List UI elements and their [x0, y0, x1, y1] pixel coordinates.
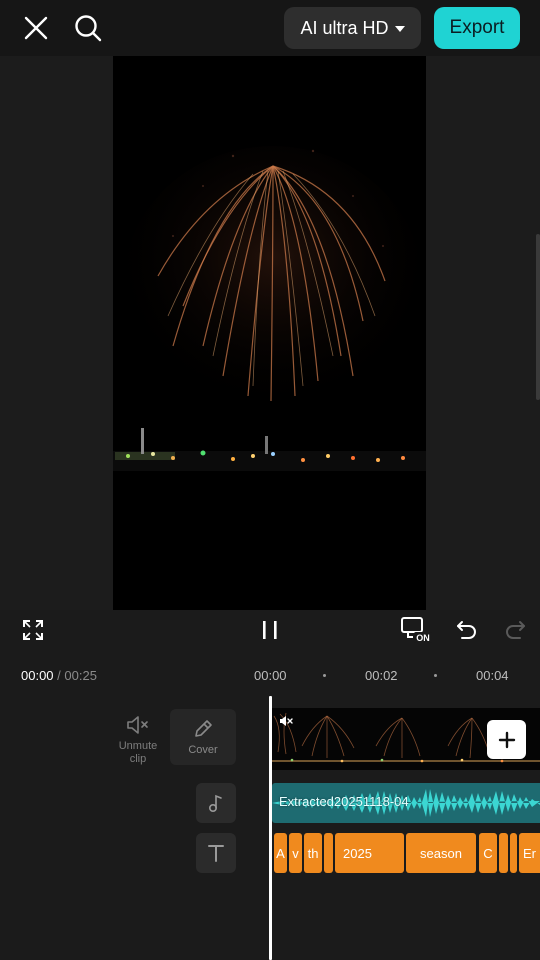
redo-icon[interactable]: [502, 617, 528, 643]
unmute-clip-button[interactable]: Unmute clip: [112, 714, 164, 766]
playhead[interactable]: [269, 696, 272, 960]
text-clip[interactable]: A: [274, 833, 287, 873]
plus-icon: [498, 731, 515, 748]
search-icon[interactable]: [70, 10, 106, 46]
text-clip[interactable]: C: [479, 833, 497, 873]
audio-track-button[interactable]: [196, 783, 236, 823]
muted-speaker-icon: [278, 714, 294, 733]
text-clip[interactable]: [499, 833, 508, 873]
text-clip[interactable]: 2025: [335, 833, 404, 873]
audio-track[interactable]: Extracted20251118-04: [272, 783, 540, 823]
add-clip-button[interactable]: [487, 720, 526, 759]
time-separator: /: [53, 668, 65, 683]
undo-icon[interactable]: [454, 617, 480, 643]
close-icon[interactable]: [18, 10, 54, 46]
text-clip[interactable]: [510, 833, 517, 873]
fullscreen-icon[interactable]: [20, 617, 46, 643]
text-clip[interactable]: Er: [519, 833, 540, 873]
preview-area: [0, 56, 540, 610]
tick-dot: [434, 674, 437, 677]
video-preview[interactable]: [113, 56, 426, 610]
text-clip[interactable]: [324, 833, 333, 873]
text-icon: [208, 845, 224, 862]
music-note-icon: [208, 794, 222, 813]
quality-dropdown[interactable]: AI ultra HD: [284, 7, 421, 49]
time-readout: 00:00 / 00:25: [21, 668, 97, 683]
pencil-icon: [195, 720, 212, 737]
quality-on-icon[interactable]: ON: [400, 615, 434, 645]
tick-label: 00:00: [254, 668, 287, 683]
time-ruler: 00:00 / 00:25 00:00 00:02 00:04: [0, 660, 540, 692]
pause-icon[interactable]: [258, 617, 282, 643]
text-track-button[interactable]: [196, 833, 236, 873]
fireworks-frame: [113, 56, 426, 610]
quality-label: AI ultra HD: [300, 17, 389, 38]
text-clip[interactable]: v: [289, 833, 302, 873]
cover-label: Cover: [188, 744, 218, 756]
cover-button[interactable]: Cover: [170, 709, 236, 765]
export-button[interactable]: Export: [434, 7, 520, 49]
top-bar: AI ultra HD Export: [0, 0, 540, 56]
current-time: 00:00: [21, 668, 54, 683]
tick-dot: [323, 674, 326, 677]
text-clip[interactable]: season: [406, 833, 476, 873]
unmute-label: Unmute: [118, 740, 158, 752]
unmute-label-clip: clip: [129, 753, 147, 765]
scroll-handle[interactable]: [536, 234, 540, 400]
on-badge: ON: [416, 633, 430, 643]
mute-icon: [127, 716, 148, 734]
playback-controls: ON: [0, 610, 540, 660]
text-track[interactable]: A v th 2025 season C Er: [272, 833, 540, 873]
audio-clip-label: Extracted20251118-04: [279, 794, 409, 809]
total-time: 00:25: [64, 668, 97, 683]
tick-label: 00:02: [365, 668, 398, 683]
text-clip[interactable]: th: [304, 833, 322, 873]
tick-label: 00:04: [476, 668, 509, 683]
chevron-down-icon: [394, 26, 405, 32]
